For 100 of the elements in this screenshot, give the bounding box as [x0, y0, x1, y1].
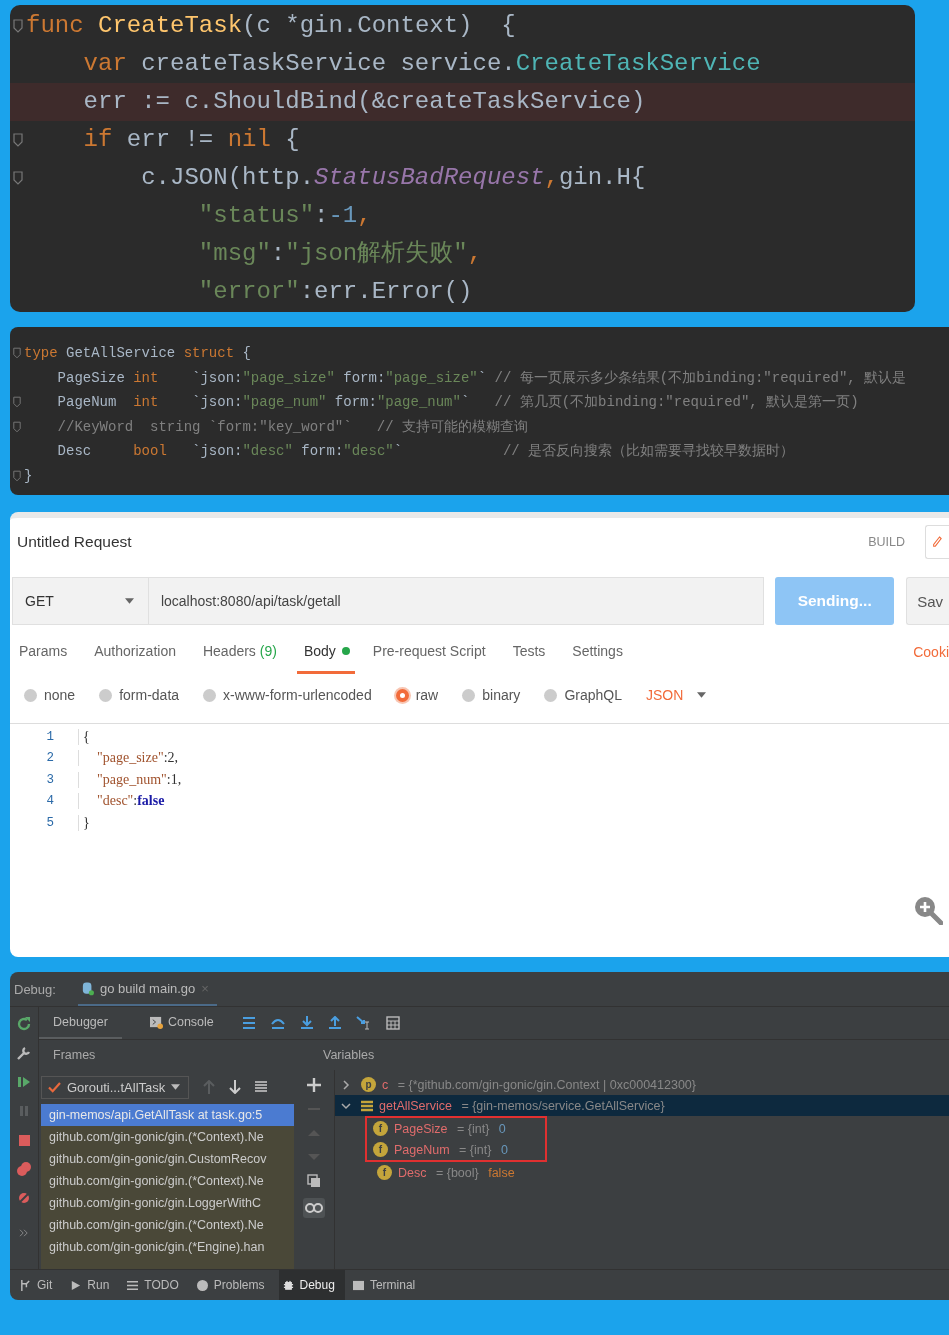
step-over-icon[interactable] [269, 1016, 286, 1030]
variable-row[interactable]: f PageSize = {int} 0 [367, 1118, 545, 1139]
fold-icon[interactable] [13, 347, 21, 360]
session-tab[interactable]: go build main.go × [77, 972, 217, 1006]
code-line: err := c.ShouldBind(&createTaskService) [82, 87, 646, 117]
more-icon[interactable] [19, 1229, 29, 1237]
terminal-icon [352, 1279, 364, 1291]
debugger-tab[interactable]: Console [135, 1007, 228, 1039]
code-line: PageNum int `json:"page_num" form:"page_num"` // 第几页(不加binding:"required", 默认是第一页) [56, 393, 859, 412]
code-line: var createTaskService service.CreateTaskService [82, 49, 761, 79]
code-line: "status":-1, [197, 201, 372, 231]
list-icon [127, 1279, 139, 1291]
request-tab[interactable]: Tests [512, 630, 555, 674]
rerun-icon[interactable] [16, 1016, 32, 1032]
step-out-icon[interactable] [327, 1016, 342, 1030]
glasses-icon[interactable] [303, 1198, 325, 1218]
console-icon [149, 1015, 163, 1029]
wrench-icon[interactable] [16, 1045, 32, 1061]
code-line: if err != nil { [82, 125, 300, 155]
variable-row[interactable]: f PageNum = {int} 0 [367, 1139, 545, 1160]
stack-frame[interactable]: github.com/gin-gonic/gin.LoggerWithC [41, 1192, 294, 1214]
stack-frame[interactable]: gin-memos/api.GetAllTask at task.go:5 [41, 1104, 294, 1126]
variable-row[interactable]: f Desc = {bool} false [371, 1162, 949, 1183]
method-dropdown[interactable]: GET [12, 577, 149, 625]
save-button[interactable]: Sav [906, 577, 949, 625]
line-number: 4 [45, 794, 55, 809]
fold-icon[interactable] [13, 420, 21, 433]
check-icon [48, 1081, 61, 1093]
file-icon [81, 980, 94, 996]
fold-icon[interactable] [13, 171, 23, 185]
resume-icon[interactable] [16, 1074, 32, 1090]
request-tab[interactable]: Body [296, 630, 355, 674]
request-tab[interactable]: Params [19, 630, 77, 674]
tool-window-tab[interactable]: Git [16, 1270, 63, 1300]
edit-button[interactable] [925, 525, 949, 559]
code-line: //KeyWord string `form:"key_word"` // 支持可能的模糊查询 [56, 417, 529, 436]
cookies-link[interactable]: Cooki [913, 644, 949, 660]
code-line: } [78, 814, 90, 831]
fold-icon[interactable] [13, 469, 21, 482]
copy-icon[interactable] [307, 1174, 321, 1188]
tool-window-tab[interactable]: Terminal [348, 1270, 426, 1300]
line-number: 5 [45, 815, 55, 830]
body-type-radio[interactable]: form-data [99, 687, 180, 703]
stack-frame[interactable]: github.com/gin-gonic/gin.(*Engine).han [41, 1236, 294, 1258]
line-number: 2 [45, 751, 55, 766]
caret-icon [697, 692, 707, 698]
request-tab[interactable]: Authorization [94, 630, 185, 674]
code-line: "error":err.Error() [197, 277, 473, 307]
stack-frame[interactable]: github.com/gin-gonic/gin.CustomRecov [41, 1148, 294, 1170]
variable-row[interactable]: getAllService = {gin-memos/service.GetAllService} [335, 1095, 949, 1116]
run-to-cursor-icon[interactable] [355, 1016, 372, 1030]
goroutine-dropdown[interactable]: Gorouti...tAllTask [41, 1075, 190, 1099]
body-type-radio[interactable]: x-www-form-urlencoded [203, 687, 372, 703]
calculator-icon[interactable] [385, 1016, 400, 1030]
format-dropdown[interactable]: JSON [645, 687, 707, 703]
body-type-radio[interactable]: GraphQL [544, 687, 622, 703]
caret-icon [124, 598, 134, 604]
branch-icon [20, 1279, 31, 1291]
caret-icon [171, 1084, 181, 1090]
struct-icon [361, 1099, 373, 1112]
body-type-radio[interactable]: raw [395, 687, 439, 703]
code-line: "page_size":2, [78, 750, 178, 767]
request-tab[interactable]: Pre-request Script [372, 630, 495, 674]
request-tab[interactable]: Settings [572, 630, 632, 674]
step-into-icon[interactable] [299, 1016, 314, 1030]
breakpoints-icon[interactable] [16, 1161, 32, 1177]
fold-icon[interactable] [13, 133, 23, 147]
tool-window-tab[interactable]: Problems [192, 1270, 275, 1300]
variable-row[interactable]: p c = {*github.com/gin-gonic/gin.Context | 0xc000412300} [335, 1074, 949, 1095]
variables-header: Variables [323, 1048, 375, 1062]
stop-icon[interactable] [16, 1132, 32, 1148]
code-line: PageSize int `json:"page_size" form:"page_size"` // 每一页展示多少条结果(不加binding:"required", 默认是 [56, 368, 907, 387]
line-number: 1 [45, 729, 55, 744]
fold-icon[interactable] [13, 396, 21, 409]
tool-window-tab[interactable]: Run [66, 1270, 120, 1300]
debugger-tab[interactable]: Debugger [39, 1007, 122, 1039]
request-title: Untitled Request [17, 533, 132, 551]
request-tab[interactable]: Headers (9) [202, 630, 286, 674]
build-label: BUILD [868, 535, 905, 549]
url-field[interactable]: localhost:8080/api/task/getall [148, 577, 765, 625]
chevron-icon[interactable] [341, 1100, 351, 1111]
list-icon[interactable] [255, 1081, 268, 1093]
fold-icon[interactable] [13, 19, 23, 33]
bug-icon [282, 1279, 294, 1291]
frames-header: Frames [52, 1048, 97, 1062]
chevron-icon[interactable] [341, 1079, 351, 1090]
body-type-radio[interactable]: none [24, 687, 76, 703]
add-icon[interactable] [307, 1078, 321, 1092]
mute-breakpoints-icon[interactable] [16, 1190, 32, 1206]
stack-frame[interactable]: github.com/gin-gonic/gin.(*Context).Ne [41, 1214, 294, 1236]
tool-window-tab[interactable]: TODO [123, 1270, 189, 1300]
code-line: "desc":false [78, 793, 165, 810]
menu-icon[interactable] [241, 1016, 256, 1030]
tool-window-tab[interactable]: Debug [278, 1270, 345, 1300]
stack-frame[interactable]: github.com/gin-gonic/gin.(*Context).Ne [41, 1126, 294, 1148]
run-icon [70, 1279, 82, 1291]
stack-frame[interactable]: github.com/gin-gonic/gin.(*Context).Ne [41, 1170, 294, 1192]
body-type-radio[interactable]: binary [462, 687, 521, 703]
zoom-in-icon[interactable] [913, 895, 943, 925]
down-arrow-icon[interactable] [229, 1080, 242, 1094]
